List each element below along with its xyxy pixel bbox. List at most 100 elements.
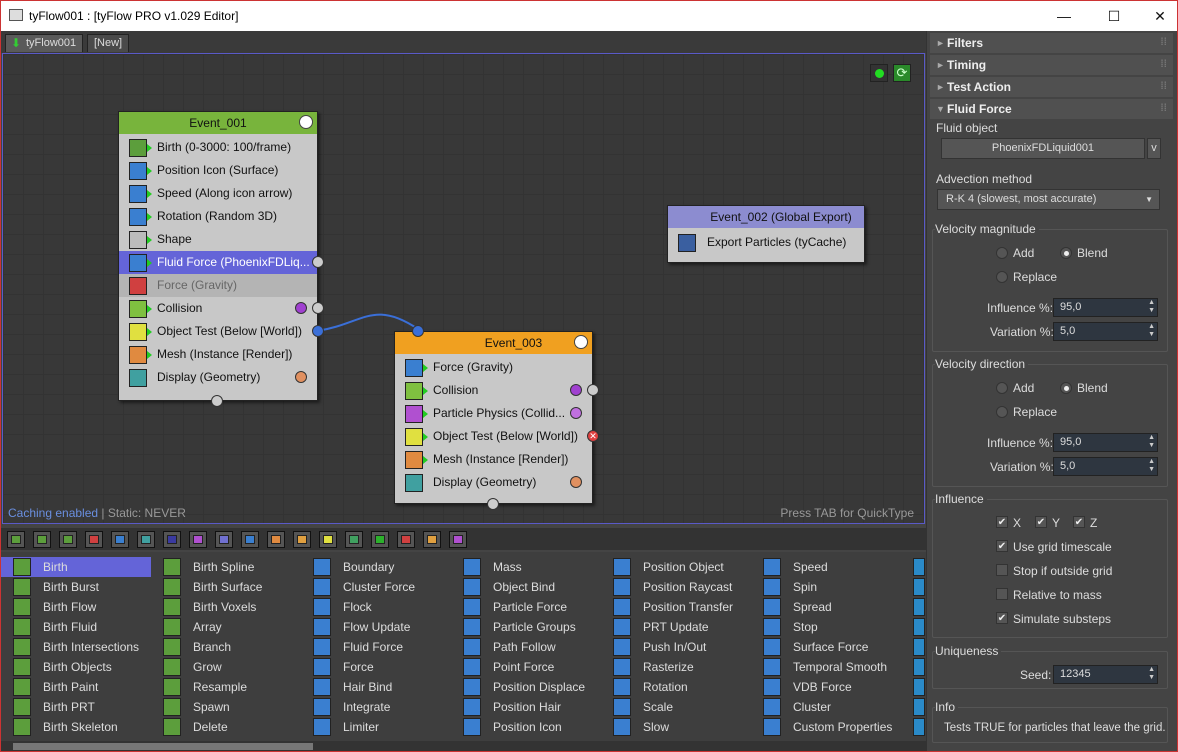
operator-collision[interactable]: Collision [395,379,599,402]
palette-item[interactable]: Spawn [153,697,230,717]
operator-position-icon[interactable]: Position Icon (Surface) [119,159,317,182]
event-002[interactable]: Event_002 (Global Export) Export Particl… [667,205,865,263]
palette-item[interactable]: Push In/Out [603,637,706,657]
palette-item[interactable]: Birth Fluid [3,617,97,637]
operator-export-particles[interactable]: Export Particles (tyCache) [668,231,864,254]
bottom-port[interactable] [487,498,499,510]
category-mesh-cat-button[interactable] [215,531,233,548]
vel-dir-blend-radio[interactable] [1060,382,1072,394]
palette-item[interactable]: Object Bind [453,577,555,597]
display-color-swatch[interactable] [570,476,582,488]
category-copy-button[interactable] [345,531,363,548]
palette-item[interactable]: Temporal Smooth [753,657,887,677]
spinner-arrows-icon[interactable]: ▲ ▼ [1148,323,1155,339]
palette-item[interactable]: Cluster Force [303,577,415,597]
category-birth-flow-button[interactable] [33,531,51,548]
section-filters[interactable]: ► Filters ⁞⁞ [930,33,1173,53]
category-stop-cat-button[interactable] [397,531,415,548]
output-port[interactable] [312,256,324,268]
operator-shape[interactable]: Shape [119,228,317,251]
fluid-object-list-button[interactable]: v [1147,138,1161,159]
palette-item[interactable]: Position Hair [453,697,561,717]
output-port[interactable] [312,302,324,314]
palette-item[interactable]: Delete [153,717,228,737]
operator-mesh[interactable]: Mesh (Instance [Render]) [119,343,317,366]
category-send-out-button[interactable] [371,531,389,548]
vel-mag-replace-radio[interactable] [996,271,1008,283]
palette-item[interactable]: Speed [753,557,828,577]
vel-mag-variation-spinner[interactable]: 5,0 ▲ ▼ [1053,322,1158,341]
palette-item[interactable]: Birth Skeleton [3,717,118,737]
influence-x-checkbox[interactable]: ✔ [996,516,1008,528]
category-custom-button[interactable] [449,531,467,548]
spinner-arrows-icon[interactable]: ▲ ▼ [1148,666,1155,682]
category-birth-button[interactable] [7,531,25,548]
palette-item[interactable]: Hair Bind [303,677,392,697]
palette-item[interactable]: Birth Surface [153,577,262,597]
spinner-arrows-icon[interactable]: ▲ ▼ [1148,299,1155,315]
section-fluid-force[interactable]: ▼ Fluid Force ⁞⁞ [930,99,1173,119]
category-test-button[interactable] [319,531,337,548]
palette-item[interactable]: Boundary [303,557,394,577]
palette-item[interactable]: Rasterize [603,657,694,677]
spinner-arrows-icon[interactable]: ▲ ▼ [1148,458,1155,474]
category-birth-voxels-button[interactable] [59,531,77,548]
palette-item[interactable]: Scale [603,697,673,717]
category-delete-button[interactable] [85,531,103,548]
palette-item[interactable]: Rotation [603,677,688,697]
close-button[interactable]: ✕ [1137,1,1177,31]
palette-item[interactable]: Birth Objects [3,657,112,677]
palette-item[interactable]: Spin [753,577,817,597]
stop-outside-grid-checkbox[interactable] [996,564,1008,576]
category-force-cat-button[interactable] [241,531,259,548]
vel-dir-variation-spinner[interactable]: 5,0 ▲ ▼ [1053,457,1158,476]
palette-item[interactable]: Surface Force [753,637,868,657]
palette-item[interactable]: Cluster [753,697,831,717]
category-display-cat-button[interactable] [137,531,155,548]
category-physics-button[interactable] [189,531,207,548]
operator-mesh[interactable]: Mesh (Instance [Render]) [395,448,592,471]
palette-item[interactable]: Point Force [453,657,554,677]
palette-item[interactable]: Integrate [303,697,390,717]
palette-item[interactable]: Position Icon [453,717,562,737]
palette-item[interactable]: VDB Force [753,677,852,697]
palette-item[interactable]: Limiter [303,717,379,737]
influence-y-checkbox[interactable]: ✔ [1035,516,1047,528]
operator-object-test[interactable]: Object Test (Below [World]) [119,320,324,343]
palette-item[interactable]: Flock [303,597,372,617]
event-001[interactable]: Event_001 Birth (0-3000: 100/frame) Posi… [118,111,324,407]
section-test-action[interactable]: ► Test Action ⁞⁞ [930,77,1173,97]
operator-rotation[interactable]: Rotation (Random 3D) [119,205,317,228]
vel-mag-add-radio[interactable] [996,247,1008,259]
input-port[interactable] [211,395,223,407]
palette-item[interactable]: Mass [453,557,522,577]
display-color-swatch[interactable] [295,371,307,383]
palette-item[interactable]: Branch [153,637,231,657]
operator-birth[interactable]: Birth (0-3000: 100/frame) [119,136,317,159]
category-export-button[interactable] [293,531,311,548]
palette-item[interactable]: Resample [153,677,247,697]
palette-item[interactable]: Position Transfer [603,597,733,617]
spinner-arrows-icon[interactable]: ▲ ▼ [1148,434,1155,450]
use-grid-timescale-checkbox[interactable]: ✔ [996,540,1008,552]
palette-item[interactable]: Position Object [603,557,724,577]
advection-dropdown[interactable]: R-K 4 (slowest, most accurate) ▼ [937,189,1160,210]
operator-force[interactable]: Force (Gravity) [395,356,592,379]
caching-enabled-link[interactable]: Caching enabled [8,506,98,520]
category-shape-cat-button[interactable] [267,531,285,548]
scrollbar-thumb[interactable] [13,743,313,750]
output-port[interactable] [587,384,599,396]
palette-item[interactable]: Position Raycast [603,577,732,597]
palette-item[interactable]: Grow [153,657,222,677]
category-spin-cat-button[interactable] [423,531,441,548]
collision-flag-port[interactable] [570,384,582,396]
relative-to-mass-checkbox[interactable] [996,588,1008,600]
vel-dir-replace-radio[interactable] [996,406,1008,418]
refresh-button[interactable]: ⟳ [893,64,911,82]
vel-mag-influence-spinner[interactable]: 95,0 ▲ ▼ [1053,298,1158,317]
operator-fluid-force-selected[interactable]: Fluid Force (PhoenixFDLiq... [119,251,324,274]
maximize-button[interactable]: ☐ [1091,1,1137,31]
palette-item[interactable]: Birth Intersections [3,637,139,657]
operator-display[interactable]: Display (Geometry) [395,471,592,494]
collision-flag-port[interactable] [295,302,307,314]
